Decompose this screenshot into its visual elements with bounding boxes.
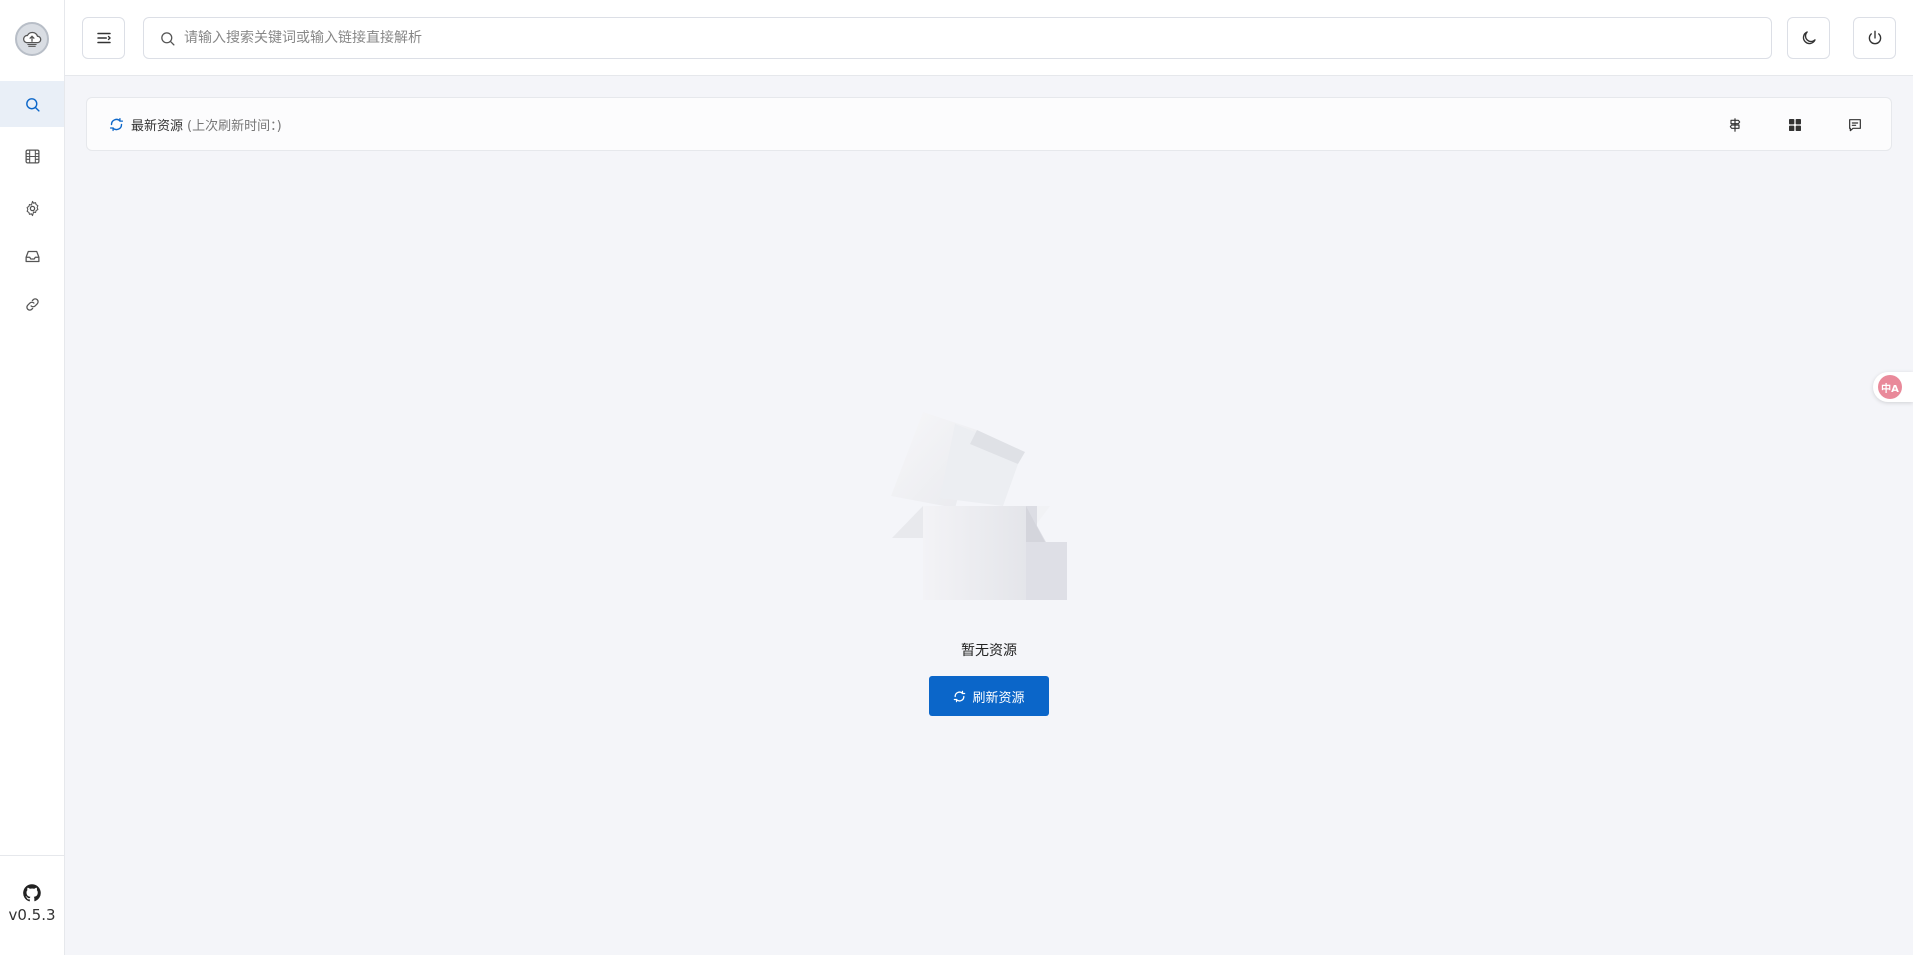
theme-toggle-button[interactable]	[1787, 17, 1830, 59]
top-header	[65, 0, 1913, 76]
sidebar-footer: v0.5.3	[0, 855, 64, 955]
film-icon	[24, 148, 40, 164]
sidebar-item-search[interactable]	[0, 81, 64, 127]
refresh-icon	[954, 690, 966, 702]
message-button[interactable]	[1843, 113, 1867, 137]
sidebar: v0.5.3	[0, 0, 65, 955]
menu-fold-icon	[96, 32, 111, 44]
sidebar-item-film[interactable]	[0, 133, 64, 179]
refresh-icon[interactable]	[109, 117, 124, 132]
search-icon	[161, 31, 175, 46]
gear-icon	[26, 200, 38, 216]
translate-icon: 中A	[1878, 375, 1902, 399]
resource-toolbar: 最新资源 (上次刷新时间：)	[86, 97, 1892, 151]
version-label: v0.5.3	[8, 906, 56, 924]
sidebar-item-inbox[interactable]	[0, 233, 64, 279]
grid-view-button[interactable]	[1783, 113, 1807, 137]
search-icon	[25, 97, 40, 112]
menu-toggle-button[interactable]	[82, 17, 125, 59]
inbox-icon	[24, 250, 40, 262]
search-box[interactable]	[143, 17, 1772, 59]
cloud-upload-icon	[23, 31, 42, 47]
filter-button[interactable]	[1723, 113, 1747, 137]
app-logo[interactable]	[15, 22, 49, 56]
empty-state-text: 暂无资源	[961, 643, 1017, 659]
logout-button[interactable]	[1853, 17, 1896, 59]
empty-box-illustration	[891, 412, 1067, 600]
sidebar-item-link[interactable]	[0, 281, 64, 327]
link-icon	[25, 297, 39, 311]
translate-widget[interactable]: 中A	[1873, 372, 1913, 402]
sidebar-item-settings[interactable]	[0, 185, 64, 231]
grid-icon	[1789, 119, 1801, 131]
refresh-time-text: (上次刷新时间：)	[187, 119, 282, 134]
power-icon	[1868, 30, 1881, 45]
refresh-button-label: 刷新资源	[972, 690, 1025, 706]
moon-icon	[1802, 31, 1816, 45]
search-input[interactable]	[184, 30, 1764, 46]
refresh-resources-button[interactable]: 刷新资源	[929, 676, 1049, 716]
github-icon[interactable]	[22, 883, 42, 903]
resource-title-text: 最新资源	[131, 119, 184, 134]
resource-title: 最新资源 (上次刷新时间：)	[109, 115, 282, 134]
signpost-icon	[1729, 118, 1741, 132]
message-icon	[1849, 119, 1861, 132]
